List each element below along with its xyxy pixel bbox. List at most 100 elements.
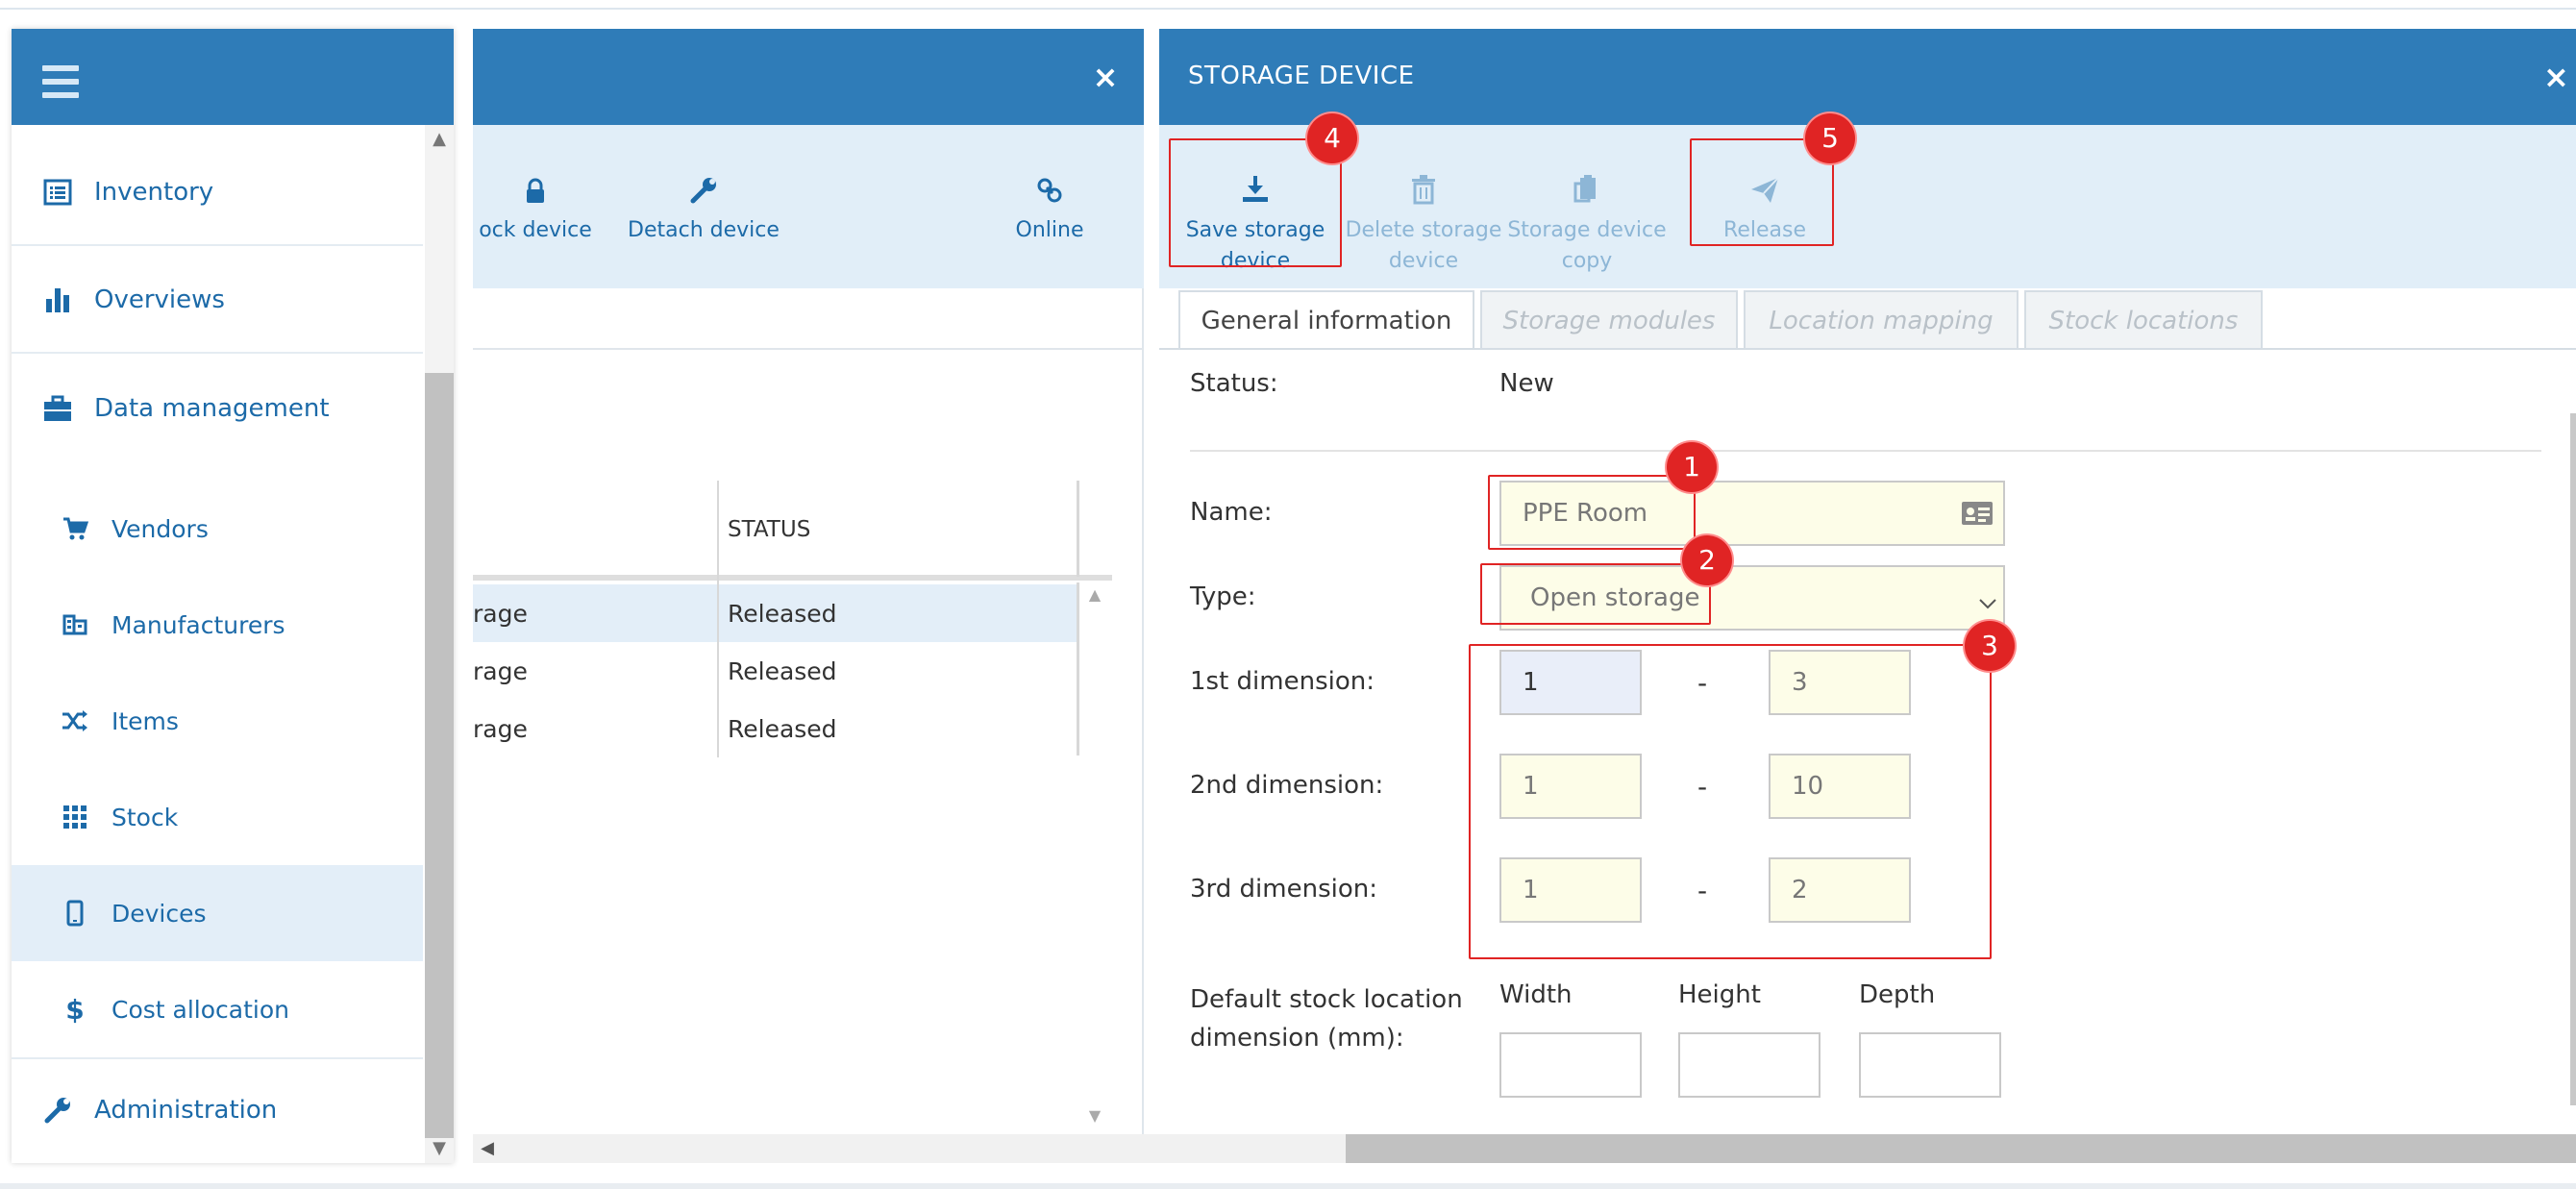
sidebar-item-stock[interactable]: Stock bbox=[12, 769, 423, 865]
annotation-badge: 4 bbox=[1307, 113, 1357, 163]
online-button[interactable]: Online bbox=[992, 173, 1107, 246]
nav-item-data-management[interactable]: Data management bbox=[12, 356, 423, 461]
sidebar-item-manufacturers[interactable]: Manufacturers bbox=[12, 577, 423, 673]
nav-scrollbar[interactable]: ▲ ▼ bbox=[425, 125, 454, 1163]
copy-label-line2: copy bbox=[1561, 249, 1613, 273]
column-divider bbox=[1077, 582, 1079, 756]
detach-device-button[interactable]: Detach device bbox=[607, 173, 800, 246]
tab-general-information[interactable]: General information bbox=[1178, 290, 1474, 350]
column-divider bbox=[717, 481, 719, 757]
tab-location-mapping[interactable]: Location mapping bbox=[1744, 290, 2019, 350]
nav-item-label: Administration bbox=[94, 1096, 278, 1125]
panel-header: × bbox=[473, 29, 1144, 125]
default-dimension-label-line2: dimension (mm): bbox=[1190, 1024, 1404, 1053]
delete-storage-device-button[interactable]: Delete storage device bbox=[1342, 173, 1505, 277]
annotation-box-1 bbox=[1488, 475, 1696, 550]
tab-underline bbox=[1159, 348, 2576, 350]
copy-label-line1: Storage device bbox=[1507, 218, 1667, 242]
nav-header bbox=[12, 29, 454, 125]
panel-header: STORAGE DEVICE × bbox=[1159, 29, 2576, 125]
height-input[interactable] bbox=[1678, 1032, 1821, 1098]
link-icon bbox=[1035, 173, 1064, 215]
nav-item-inventory[interactable]: Inventory bbox=[12, 140, 423, 246]
wrench-icon bbox=[38, 1091, 77, 1129]
nav-item-label: Overviews bbox=[94, 285, 225, 314]
status-column-header[interactable]: STATUS bbox=[728, 517, 810, 542]
sidebar-item-label: Vendors bbox=[111, 514, 209, 543]
default-dimension-label-line1: Default stock location bbox=[1190, 985, 1463, 1014]
mobile-icon bbox=[58, 896, 92, 930]
width-label: Width bbox=[1499, 980, 1573, 1009]
dim1-label: 1st dimension: bbox=[1190, 667, 1375, 696]
scroll-down-arrow-icon[interactable]: ▼ bbox=[1080, 1103, 1109, 1128]
sidebar-item-label: Devices bbox=[111, 899, 207, 928]
copy-icon bbox=[1573, 173, 1601, 215]
status-label: Status: bbox=[1190, 369, 1278, 398]
table-cell: rage bbox=[473, 656, 528, 685]
status-value: New bbox=[1499, 369, 1554, 398]
width-input[interactable] bbox=[1499, 1032, 1642, 1098]
table-row[interactable]: rage Released bbox=[473, 584, 1078, 642]
sidebar-item-items[interactable]: Items bbox=[12, 673, 423, 769]
briefcase-icon bbox=[38, 389, 77, 428]
annotation-badge: 2 bbox=[1682, 535, 1732, 585]
table-cell-status: Released bbox=[728, 656, 837, 685]
panel-title: STORAGE DEVICE bbox=[1188, 62, 1415, 90]
horizontal-scrollbar[interactable]: ◀ bbox=[473, 1134, 2576, 1163]
panel-toolbar: Save storage device Delete storage devic… bbox=[1159, 125, 2576, 288]
table-scrollbar[interactable]: ▲ ▼ bbox=[1080, 582, 1109, 1135]
scroll-down-arrow-icon[interactable]: ▼ bbox=[425, 1134, 454, 1163]
tab-storage-modules[interactable]: Storage modules bbox=[1480, 290, 1738, 350]
sidebar-item-cost-allocation[interactable]: $ Cost allocation bbox=[12, 961, 423, 1057]
nav-scrollbar-thumb[interactable] bbox=[425, 373, 454, 1138]
table-row[interactable]: rage Released bbox=[473, 700, 1078, 757]
dim2-label: 2nd dimension: bbox=[1190, 771, 1384, 800]
sidebar-item-label: Items bbox=[111, 706, 179, 735]
panel-scrollbar[interactable] bbox=[2570, 413, 2576, 1105]
table-cell-status: Released bbox=[728, 599, 837, 628]
nav-item-label: Data management bbox=[94, 394, 330, 423]
shuffle-icon bbox=[58, 704, 92, 738]
close-icon[interactable]: × bbox=[1088, 60, 1123, 94]
id-card-icon[interactable] bbox=[1961, 500, 1994, 533]
default-dimension-label: Default stock location dimension (mm): bbox=[1190, 980, 1463, 1057]
divider bbox=[473, 348, 1144, 350]
scroll-left-arrow-icon[interactable]: ◀ bbox=[473, 1134, 502, 1163]
online-label: Online bbox=[1015, 218, 1084, 242]
close-icon[interactable]: × bbox=[2543, 60, 2576, 94]
table-cell: rage bbox=[473, 714, 528, 743]
cart-icon bbox=[58, 511, 92, 546]
tab-bar: General information Storage modules Loca… bbox=[1178, 290, 2576, 350]
storage-device-panel: STORAGE DEVICE × Save storage device Del… bbox=[1159, 29, 2576, 1134]
scroll-up-arrow-icon[interactable]: ▲ bbox=[425, 125, 454, 154]
factory-icon bbox=[58, 607, 92, 642]
annotation-box-3 bbox=[1469, 644, 1992, 959]
dim3-label: 3rd dimension: bbox=[1190, 875, 1377, 904]
annotation-box-2 bbox=[1480, 563, 1711, 625]
name-label: Name: bbox=[1190, 498, 1273, 527]
nav-item-overviews[interactable]: Overviews bbox=[12, 248, 423, 354]
table-row[interactable]: rage Released bbox=[473, 642, 1078, 700]
annotation-badge: 3 bbox=[1965, 621, 2015, 671]
depth-label: Depth bbox=[1859, 980, 1936, 1009]
sidebar-item-vendors[interactable]: Vendors bbox=[12, 481, 423, 577]
dollar-icon: $ bbox=[65, 993, 85, 1026]
navigation-menu: Inventory Overviews Data management Vend… bbox=[12, 29, 454, 1163]
sidebar-item-label: Cost allocation bbox=[111, 995, 289, 1024]
trash-icon bbox=[1410, 173, 1437, 215]
lock-device-button[interactable]: ock device bbox=[473, 173, 598, 246]
nav-item-administration[interactable]: Administration bbox=[12, 1059, 423, 1161]
column-divider bbox=[1077, 481, 1079, 577]
tab-stock-locations[interactable]: Stock locations bbox=[2024, 290, 2263, 350]
depth-input[interactable] bbox=[1859, 1032, 2001, 1098]
horizontal-scrollbar-thumb[interactable] bbox=[1346, 1134, 2576, 1163]
hamburger-menu-icon[interactable] bbox=[42, 65, 79, 98]
sidebar-item-devices[interactable]: Devices bbox=[12, 865, 423, 961]
delete-label-line2: device bbox=[1388, 249, 1459, 273]
lock-icon bbox=[524, 173, 547, 215]
panel-toolbar: ock device Detach device Online bbox=[473, 125, 1144, 288]
storage-device-copy-button[interactable]: Storage device copy bbox=[1505, 173, 1669, 277]
top-border bbox=[0, 0, 2576, 10]
divider bbox=[1190, 450, 2541, 452]
scroll-up-arrow-icon[interactable]: ▲ bbox=[1080, 582, 1109, 607]
